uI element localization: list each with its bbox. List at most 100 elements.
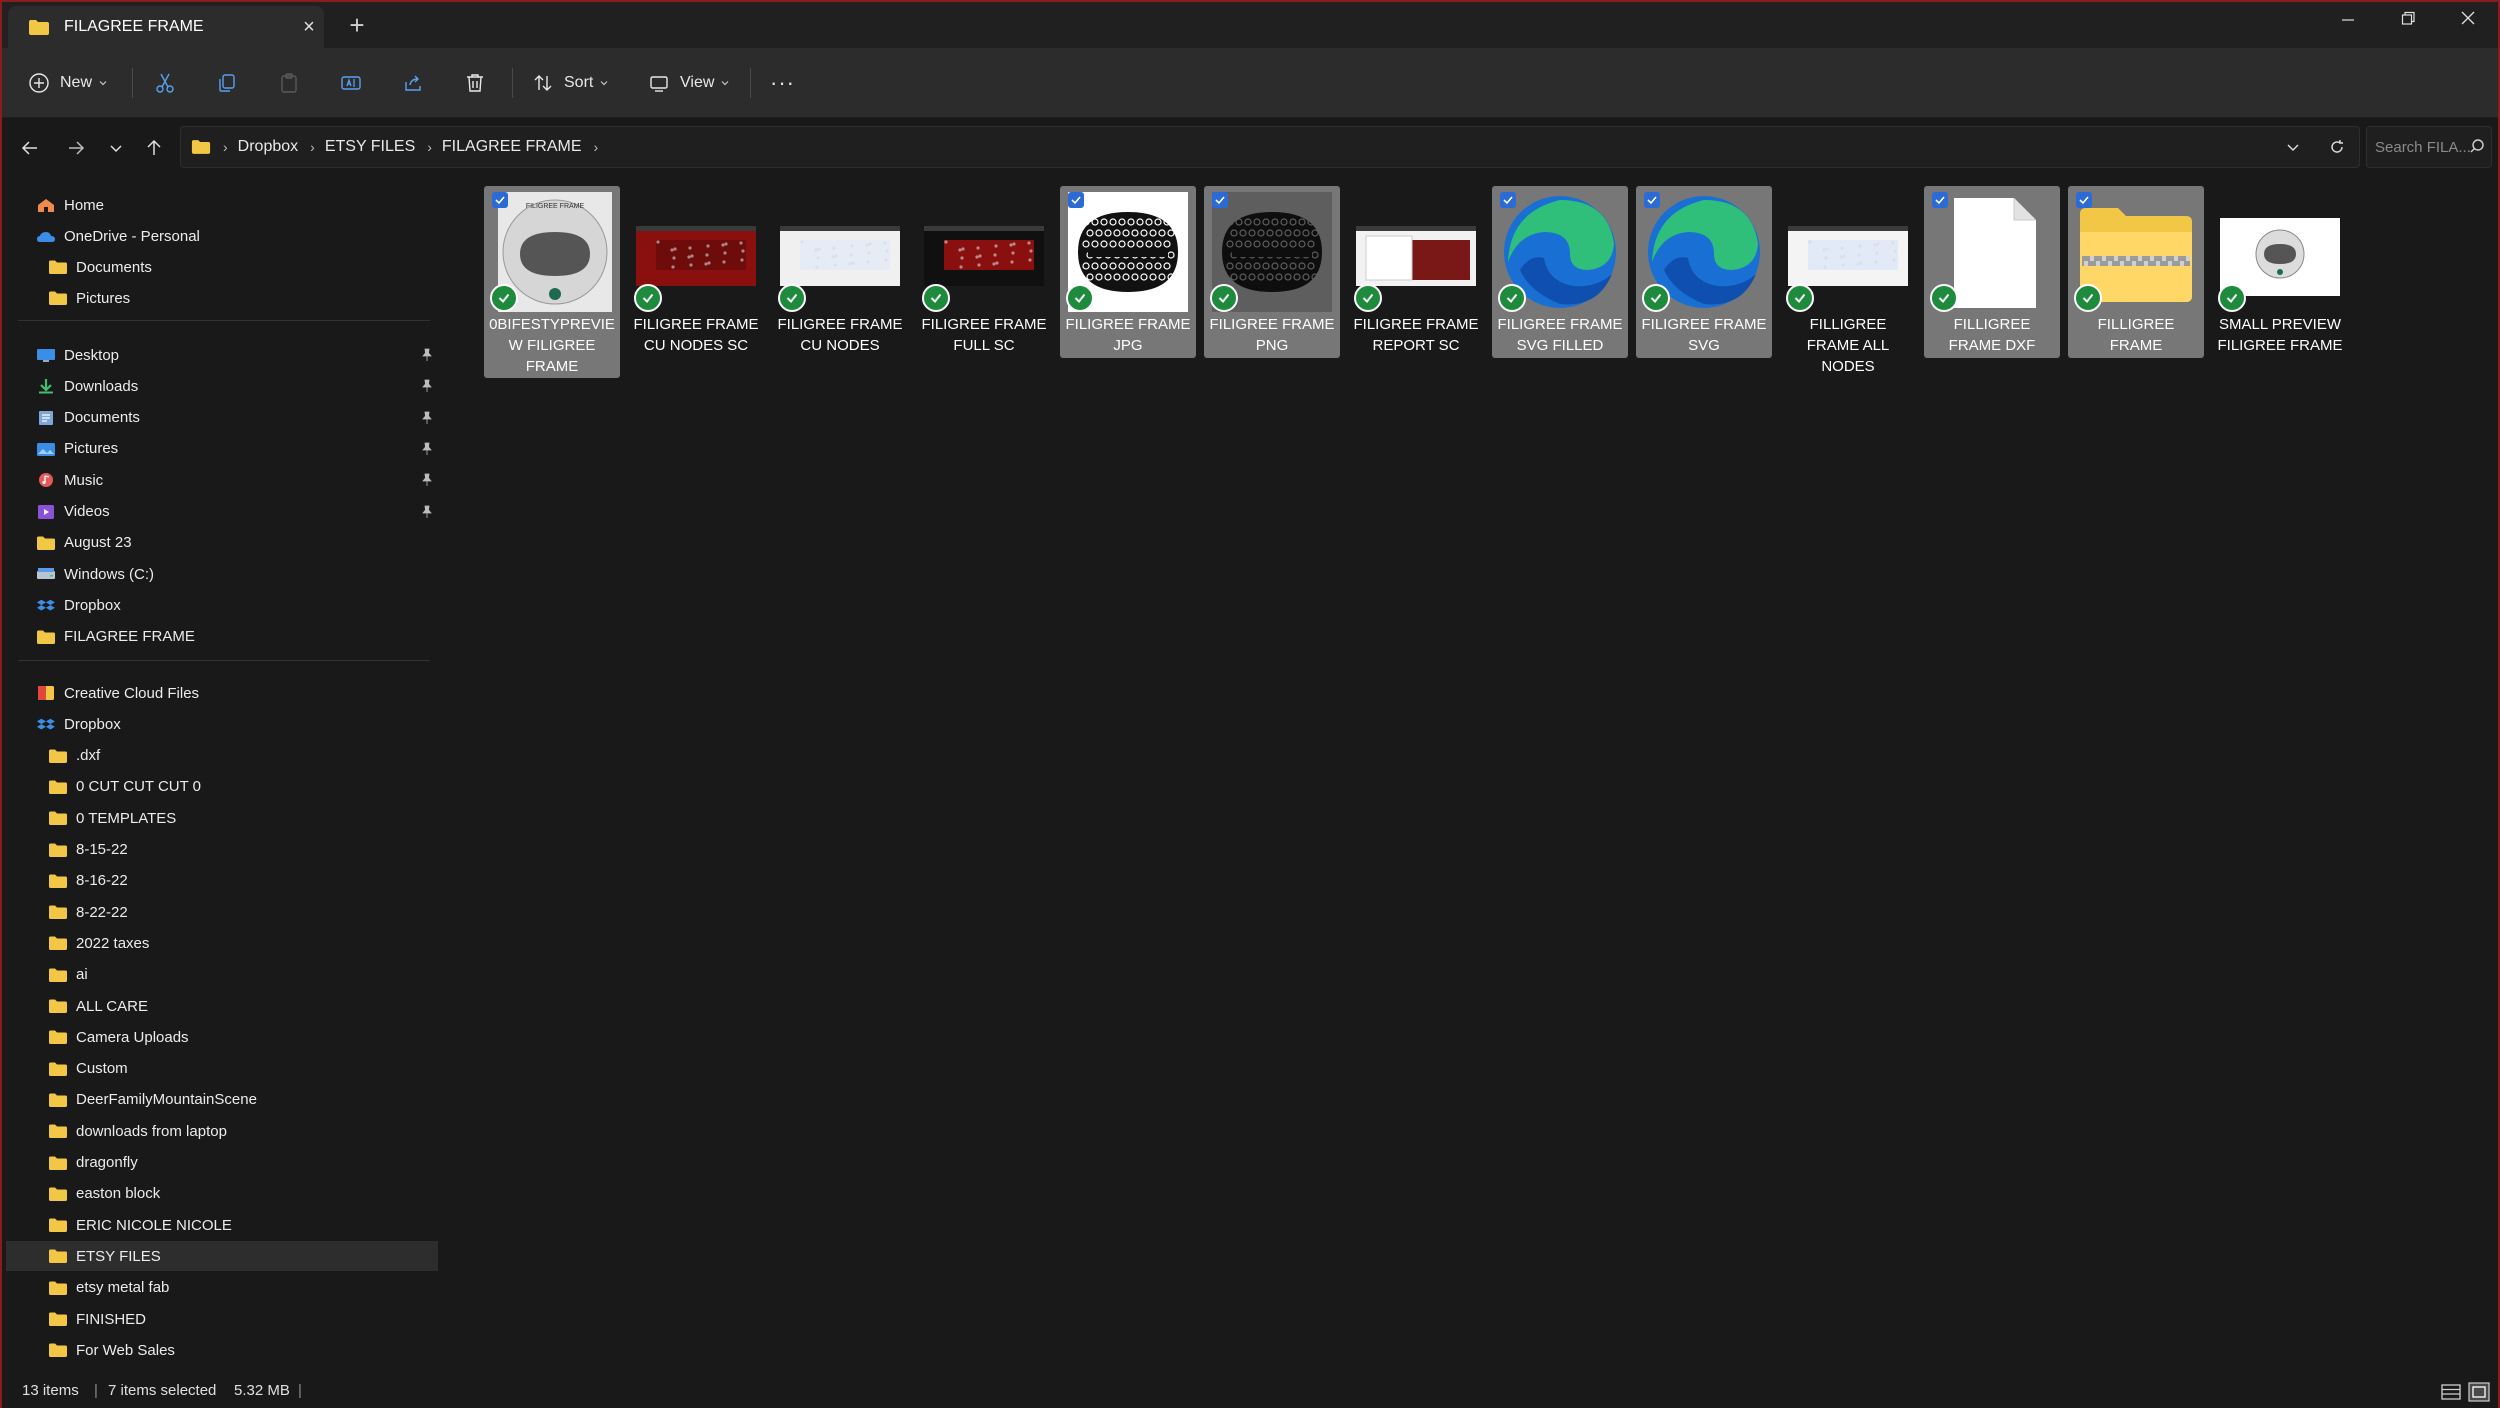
file-item-0bifestypreview-filigree-frame[interactable]: FILIGREE FRAME 0BIFESTYPREVIEW FILIGREE F… [484,186,620,378]
selection-checkbox[interactable] [492,192,508,208]
more-options-button[interactable]: ··· [770,66,795,100]
selection-checkbox[interactable] [1932,192,1948,208]
sidebar-item-home[interactable]: Home [36,190,104,220]
copy-button[interactable] [216,66,238,100]
sidebar-item-ai[interactable]: ai [48,960,88,990]
sidebar-item-0-templates[interactable]: 0 TEMPLATES [48,803,176,833]
sidebar-item-dropbox[interactable]: Dropbox [36,590,121,620]
sidebar-item-downloads[interactable]: Downloads [36,371,138,401]
folder-icon [49,260,67,274]
sidebar-divider [18,320,430,321]
sidebar-item-custom[interactable]: Custom [48,1054,128,1084]
breadcrumb-separator: › [310,139,315,155]
selection-checkbox[interactable] [1500,192,1516,208]
sidebar-item-8-16-22[interactable]: 8-16-22 [48,866,128,896]
sidebar-item-finished[interactable]: FINISHED [48,1304,146,1334]
sidebar-item-downloads-from-laptop[interactable]: downloads from laptop [48,1116,227,1146]
sidebar-item-eric-nicole-nicole[interactable]: ERIC NICOLE NICOLE [48,1210,232,1240]
sidebar-item-documents[interactable]: Documents [48,252,152,282]
file-item-filigree-frame-svg[interactable]: FILIGREE FRAME SVG [1636,186,1772,358]
file-item-filigree-frame-cu-nodes-sc[interactable]: FILIGREE FRAME CU NODES SC [628,186,764,358]
file-item-filligree-frame-dxf[interactable]: FILLIGREE FRAME DXF [1924,186,2060,358]
file-item-filligree-frame[interactable]: FILLIGREE FRAME [2068,186,2204,358]
sidebar-item-dxf[interactable]: .dxf [48,741,100,771]
new-tab-button[interactable]: + [342,10,372,41]
rename-icon [341,76,361,90]
pin-icon[interactable] [420,379,434,393]
search-box[interactable]: Search FILA... [2366,126,2492,168]
sidebar-item-all-care[interactable]: ALL CARE [48,991,148,1021]
sidebar-item-documents[interactable]: Documents [36,403,140,433]
file-item-filligree-frame-all-nodes[interactable]: FILLIGREE FRAME ALL NODES [1780,186,1916,375]
sidebar-item-filagree-frame[interactable]: FILAGREE FRAME [36,622,195,652]
sidebar-item-pictures[interactable]: Pictures [48,283,130,313]
pin-icon[interactable] [420,348,434,362]
sidebar-item-8-15-22[interactable]: 8-15-22 [48,835,128,865]
sidebar-item-0-cut-cut-cut-0[interactable]: 0 CUT CUT CUT 0 [48,772,201,802]
new-button[interactable]: New [28,66,108,100]
selection-checkbox[interactable] [2076,192,2092,208]
file-item-filigree-frame-cu-nodes[interactable]: FILIGREE FRAME CU NODES [772,186,908,358]
breadcrumb-filagree-frame[interactable]: FILAGREE FRAME [442,138,582,156]
sort-button[interactable]: Sort [532,66,609,100]
close-tab-button[interactable]: × [294,16,324,39]
sidebar-item-label: etsy metal fab [76,1279,170,1297]
file-item-filigree-frame-svg-filled[interactable]: FILIGREE FRAME SVG FILLED [1492,186,1628,358]
plus-circle-icon [29,73,49,93]
sidebar-item-desktop[interactable]: Desktop [36,340,119,370]
pin-icon[interactable] [420,411,434,425]
selection-checkbox[interactable] [1644,192,1660,208]
sidebar-item-deerfamilymountainscene[interactable]: DeerFamilyMountainScene [48,1085,257,1115]
selection-checkbox[interactable] [1068,192,1084,208]
share-button[interactable] [402,66,424,100]
sidebar-item-dragonfly[interactable]: dragonfly [48,1148,138,1178]
sidebar-item-windows-c[interactable]: Windows (C:) [36,559,154,589]
address-bar[interactable]: › Dropbox › ETSY FILES › FILAGREE FRAME … [180,126,2360,168]
sidebar-item-pictures[interactable]: Pictures [36,434,118,464]
restore-button[interactable] [2388,8,2428,33]
sidebar-item-8-22-22[interactable]: 8-22-22 [48,897,128,927]
address-history-button[interactable] [2271,140,2315,154]
sidebar-item-easton-block[interactable]: easton block [48,1179,160,1209]
recent-locations-button[interactable] [100,132,132,164]
file-item-small-preview-filigree-frame[interactable]: SMALL PREVIEW FILIGREE FRAME [2212,186,2348,358]
tab-filagree-frame[interactable]: FILAGREE FRAME × [8,6,324,48]
folder-icon [49,780,67,794]
breadcrumb-dropbox[interactable]: Dropbox [238,138,298,156]
details-view-icon[interactable] [2440,1382,2462,1402]
navigation-row: › Dropbox › ETSY FILES › FILAGREE FRAME … [2,118,2498,178]
selection-checkbox[interactable] [1212,192,1228,208]
file-item-filigree-frame-full-sc[interactable]: FILIGREE FRAME FULL SC [916,186,1052,358]
sidebar-item-etsy-files[interactable]: ETSY FILES [6,1241,438,1272]
paste-button[interactable] [278,66,300,100]
up-button[interactable] [138,132,170,164]
rename-button[interactable] [340,66,362,100]
view-button[interactable]: View [648,66,730,100]
cut-button[interactable] [154,66,176,100]
sidebar-item-etsy-metal-fab[interactable]: etsy metal fab [48,1273,169,1303]
refresh-button[interactable] [2315,139,2359,155]
sidebar-item-label: Music [64,471,104,489]
sidebar-item-onedrive-personal[interactable]: OneDrive - Personal [36,221,200,251]
sidebar-item-for-web-sales[interactable]: For Web Sales [48,1335,175,1365]
pin-icon[interactable] [420,473,434,487]
large-icons-view-icon[interactable] [2468,1382,2490,1402]
sidebar-item-dropbox[interactable]: Dropbox [36,709,121,739]
close-window-button[interactable] [2448,8,2488,33]
sidebar-item-camera-uploads[interactable]: Camera Uploads [48,1022,189,1052]
back-button[interactable] [14,132,46,164]
sidebar-item-music[interactable]: Music [36,465,103,495]
forward-button[interactable] [60,132,92,164]
pin-icon[interactable] [420,442,434,456]
pin-icon[interactable] [420,505,434,519]
breadcrumb-etsy-files[interactable]: ETSY FILES [325,138,415,156]
sidebar-item-videos[interactable]: Videos [36,497,110,527]
sidebar-item-august-23[interactable]: August 23 [36,528,132,558]
sidebar-item-2022-taxes[interactable]: 2022 taxes [48,928,149,958]
sidebar-item-creative-cloud-files[interactable]: Creative Cloud Files [36,678,199,708]
minimize-button[interactable] [2328,8,2368,33]
delete-button[interactable] [464,66,486,100]
file-item-filigree-frame-jpg[interactable]: FILIGREE FRAME JPG [1060,186,1196,358]
file-item-filigree-frame-report-sc[interactable]: FILIGREE FRAME REPORT SC [1348,186,1484,358]
file-item-filigree-frame-png[interactable]: FILIGREE FRAME PNG [1204,186,1340,358]
